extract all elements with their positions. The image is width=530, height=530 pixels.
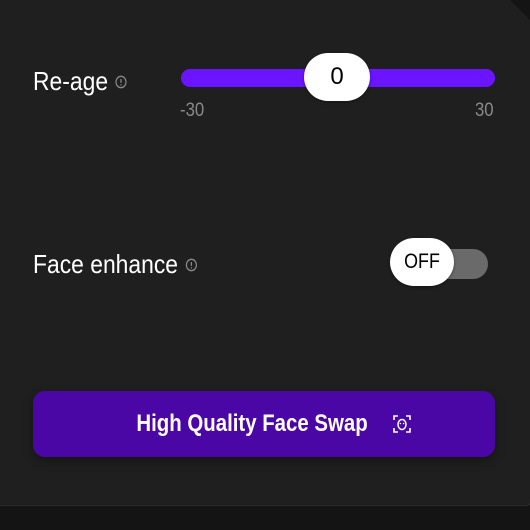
high-quality-face-swap-button[interactable]: High Quality Face Swap xyxy=(33,391,495,457)
reage-value: 0 xyxy=(330,63,344,90)
info-icon[interactable] xyxy=(115,75,127,89)
reage-label-row: Re-age xyxy=(33,66,127,97)
face-enhance-label: Face enhance xyxy=(33,249,179,279)
face-enhance-state: OFF xyxy=(404,250,440,273)
reage-slider-thumb[interactable]: 0 xyxy=(304,53,370,101)
settings-panel: Re-age 0 -30 30 Face enhance OFF High Qu… xyxy=(0,0,530,506)
reage-min-label: -30 xyxy=(180,100,205,121)
face-enhance-toggle[interactable]: OFF xyxy=(390,238,454,286)
face-enhance-label-row: Face enhance xyxy=(33,249,197,280)
panel-corner xyxy=(509,0,530,21)
face-scan-icon xyxy=(393,415,411,433)
reage-max-label: 30 xyxy=(475,100,494,121)
info-icon[interactable] xyxy=(185,258,197,272)
face-swap-button-label: High Quality Face Swap xyxy=(136,410,368,437)
reage-label: Re-age xyxy=(33,66,109,96)
